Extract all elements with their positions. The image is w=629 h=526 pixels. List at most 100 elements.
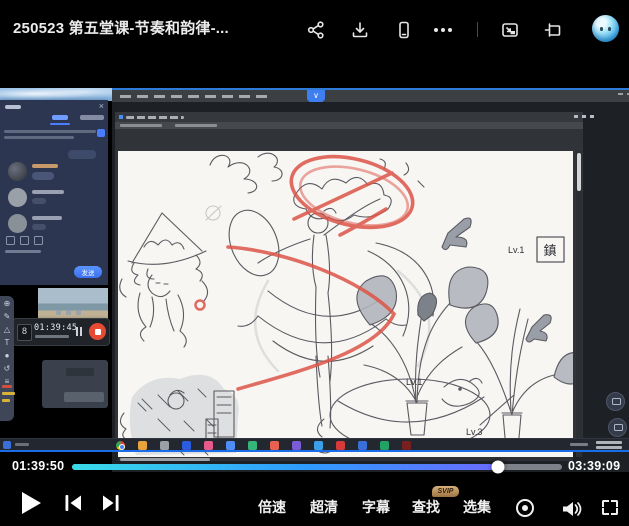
drawing-canvas: Lv.1 Lv.1 Lv.3 鎮 [118,151,573,457]
chat-panel-title-blur [5,105,21,109]
annotation-tool-icon: △ [4,325,10,335]
level-label-top: Lv.1 [508,245,524,255]
recorder-logo: 8 [17,324,32,341]
subtitles-button[interactable]: 字幕 [356,497,396,517]
system-tray-icons [570,443,588,446]
close-icon: × [99,101,104,111]
taskbar-app-icon [358,441,367,450]
bottom-blue-line [0,450,629,452]
member-badge-pill [32,172,54,180]
chat-tool-icon [6,236,15,245]
episodes-button[interactable]: 选集 [457,497,497,517]
butterfly-icon [526,315,551,342]
avatar[interactable] [592,15,619,42]
desktop-label-yellow [2,399,10,402]
window-controls [618,93,623,95]
recorder-mini-icons [56,310,61,315]
menu-text-blur [120,95,270,99]
video-player-window: 250523 第五堂课-节奏和韵律-... [0,0,629,526]
annotation-tool-icon: ↺ [4,364,11,374]
member-avatar [8,162,27,181]
picture-in-picture-icon[interactable] [500,20,520,40]
send-button: 发送 [74,266,102,278]
svip-badge: SVIP [432,486,459,497]
desktop-label-red [2,385,12,388]
taskbar-left-text-blur [15,443,29,446]
document-icon [119,115,123,119]
chevron-down-icon: ∨ [307,90,325,102]
annotation-tool-icon: ✎ [4,312,11,322]
play-on-phone-icon[interactable] [394,20,414,40]
document-window: Lv.1 Lv.1 Lv.3 鎮 [115,112,583,439]
progress-thumb[interactable] [492,461,505,474]
play-button[interactable] [22,492,41,514]
vertical-scrollbar [576,151,582,457]
taskbar-app-icon [182,441,191,450]
header-divider [477,22,478,37]
canvas-artwork: Lv.1 Lv.1 Lv.3 鎮 [118,151,573,457]
taskbar-app-icon [402,441,411,450]
cast-icon[interactable] [543,20,563,40]
document-title-blur [126,116,184,120]
page-title: 250523 第五堂课-节奏和韵律-... [13,17,229,38]
chat-helper-blur [5,250,41,253]
horizontal-scrollbar [118,457,573,461]
notice-icon [97,129,105,137]
floating-button [606,392,625,411]
member-name-blur [32,216,62,220]
taskbar-app-icon [336,441,345,450]
current-time: 01:39:50 [12,459,64,473]
tab-active-blur [52,115,68,120]
recorder-timer: 01:39:45 [34,323,77,333]
volume-icon[interactable] [560,498,582,520]
taskbar-app-icon [380,441,389,450]
member-avatar [8,214,27,233]
taskbar-app-icon [226,441,235,450]
recorder-subtext-blur [35,335,69,338]
document-titlebar [115,112,583,122]
circle-dot-icon[interactable] [516,499,534,517]
taskbar-start-icon [3,441,11,449]
taskbar-app-icon [160,441,169,450]
tab-inactive-blur [80,115,104,120]
more-icon[interactable] [434,28,438,32]
annotation-tool-icon: T [5,338,10,348]
next-button[interactable] [100,492,122,514]
date-divider-pill [68,150,96,159]
taskbar-app-icon [270,441,279,450]
progress-bar[interactable] [72,464,562,470]
floating-button [608,418,627,437]
share-icon[interactable] [306,20,326,40]
document-window-controls [574,115,578,118]
level-label-plant-left: Lv.1 [406,377,422,387]
quality-button[interactable]: 超清 [304,497,344,517]
level-label-plant-right: Lv.3 [466,427,482,437]
tab-active-underline [50,123,70,125]
video-surface[interactable]: ∨ [0,60,629,452]
desktop-dialog [42,360,108,408]
paint-app-menubar [112,90,629,102]
boxed-kanji-label: 鎮 [543,243,556,258]
member-badge-pill [32,224,46,230]
download-icon[interactable] [350,20,370,40]
screen-recorder-bar: 8 01:39:45 [12,318,110,346]
notice-text-blur [4,136,74,139]
fullscreen-icon[interactable] [602,500,618,515]
member-avatar [8,188,27,207]
system-clock-blur [596,441,622,444]
chat-tool-icon [20,236,29,245]
notice-text-blur [4,130,96,133]
member-badge-pill [32,198,46,204]
speed-button[interactable]: 倍速 [252,497,292,517]
chat-tool-icon [34,236,43,245]
search-button[interactable]: 查找 [406,497,446,517]
taskbar-app-icon [204,441,213,450]
member-name-blur [32,164,58,168]
previous-button[interactable] [62,492,84,514]
paint-app-window: ∨ [112,88,629,472]
annotation-tool-icon: ⊕ [4,299,11,309]
member-name-blur [32,190,64,194]
taskbar-app-icon [138,441,147,450]
sketch-main-figure [220,199,434,453]
duration: 03:39:09 [568,459,620,473]
